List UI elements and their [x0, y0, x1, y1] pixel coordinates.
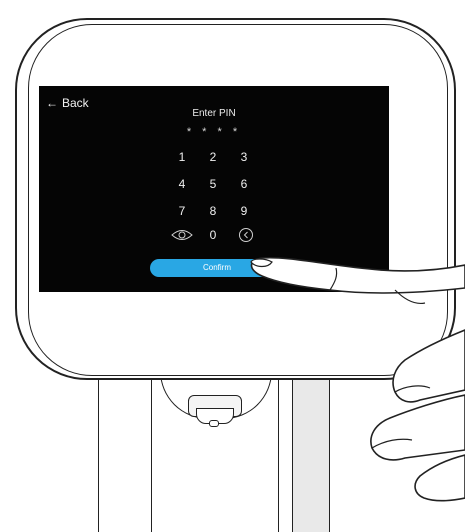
hand-illustration	[250, 256, 465, 502]
